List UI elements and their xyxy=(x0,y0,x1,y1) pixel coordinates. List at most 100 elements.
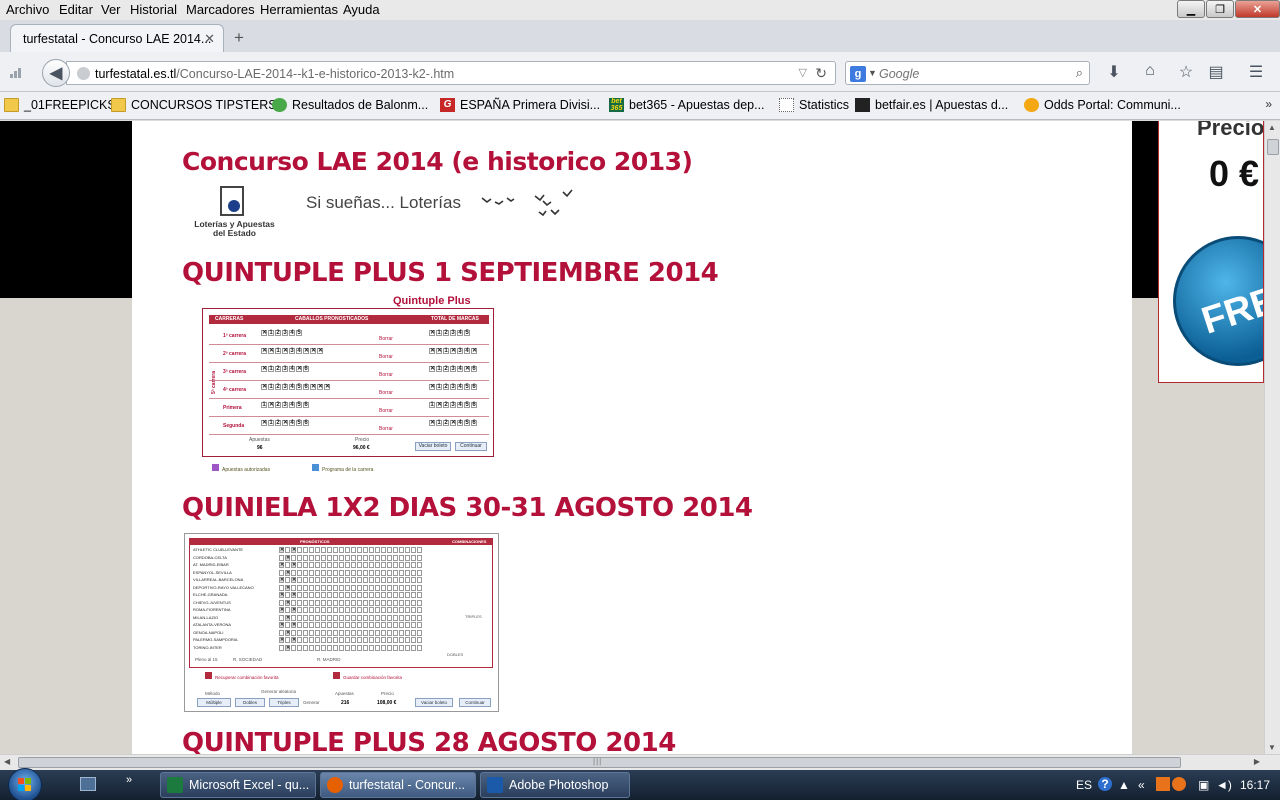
tray-app-icon[interactable] xyxy=(1156,777,1170,791)
dobles-label: DOBLES xyxy=(447,652,464,657)
betfair-icon xyxy=(855,98,870,112)
borrar-link: Borrar xyxy=(379,390,393,396)
match-name: DEPORTIVO-RAYO VALLECANO xyxy=(193,584,254,590)
bookmark-concursos-tipsters[interactable]: CONCURSOS TIPSTERS xyxy=(111,98,277,112)
horizontal-scrollbar[interactable]: ◀ ||| ▶ xyxy=(0,754,1280,770)
url-dropdown-icon[interactable]: ▽ xyxy=(799,66,807,79)
site-identity-icon[interactable] xyxy=(77,67,90,80)
tab-turfestatal[interactable]: turfestatal - Concurso LAE 2014... ✕ xyxy=(10,24,224,52)
precio-value: 96,00 € xyxy=(353,445,370,451)
scroll-grip-icon: ||| xyxy=(593,757,603,766)
menu-marcadores[interactable]: Marcadores xyxy=(186,2,255,17)
match-cells: ✕ ✕ xyxy=(279,562,423,568)
apuestas-autorizadas-label: Apuestas autorizadas xyxy=(212,464,270,473)
horse-cells: ✕ 1 2 3 4 5 6 ✕ ✕ ✕ xyxy=(261,384,331,390)
reload-icon[interactable]: ↻ xyxy=(815,65,827,82)
downloads-icon[interactable]: ⬇ xyxy=(1104,62,1124,82)
menu-ver[interactable]: Ver xyxy=(101,2,121,17)
scroll-down-icon[interactable]: ▼ xyxy=(1268,743,1276,752)
menu-archivo[interactable]: Archivo xyxy=(6,2,49,17)
vaciar-boleto-button: Vaciar boleto xyxy=(415,698,453,707)
bookmark-espana-primera[interactable]: G ESPAÑA Primera Divisi... xyxy=(440,98,600,112)
scroll-right-icon[interactable]: ▶ xyxy=(1254,757,1260,766)
address-bar[interactable]: turfestatal.es.tl/Concurso-LAE-2014--k1-… xyxy=(66,61,836,85)
task-firefox[interactable]: turfestatal - Concur... xyxy=(320,772,476,798)
tray-overflow-icon[interactable]: « xyxy=(1138,778,1145,792)
quintuple-row: 1ª carrera ✕ 1 2 3 4 5 Borrar ✕ 1 2 3 4 5 xyxy=(209,327,489,345)
search-icon[interactable]: ⌕ xyxy=(1076,65,1083,81)
apuestas-label: Apuestas xyxy=(249,437,270,443)
show-desktop-icon[interactable] xyxy=(80,777,96,791)
google-icon[interactable]: g xyxy=(850,66,866,82)
quicklaunch-overflow-icon[interactable]: » xyxy=(126,774,132,786)
slogan-text: Si sueñas... Loterías xyxy=(306,193,461,212)
horse-cells: ✕ 1 2 3 4 ✕ 6 xyxy=(261,366,309,372)
bookmark-resultados[interactable]: Resultados de Balonm... xyxy=(272,98,428,112)
home-icon[interactable]: ⌂ xyxy=(1140,62,1160,80)
tab-title: turfestatal - Concurso LAE 2014... xyxy=(23,32,212,46)
tray-app2-icon[interactable] xyxy=(1172,777,1186,791)
borrar-link: Borrar xyxy=(379,426,393,432)
help-icon[interactable]: ? xyxy=(1098,777,1112,791)
search-bar[interactable]: g ▼ ⌕ xyxy=(845,61,1090,85)
windows-logo-icon xyxy=(18,778,32,792)
start-button[interactable] xyxy=(8,768,42,800)
url-text[interactable]: turfestatal.es.tl/Concurso-LAE-2014--k1-… xyxy=(95,67,454,81)
vertical-scroll-thumb[interactable] xyxy=(1267,139,1279,155)
search-input[interactable] xyxy=(879,65,1059,82)
match-cells: ✕ xyxy=(279,614,423,621)
quintuple-row: 2ª carrera ✕ ✕ 1 ✕ 3 4 ✕ ✕ ✕ Borrar ✕ ✕ 1 ✕ 3 4 ✕ xyxy=(209,345,489,363)
bookmark-statistics[interactable]: Statistics xyxy=(779,98,849,112)
minimize-button[interactable]: ▁ xyxy=(1177,0,1205,18)
scroll-left-icon[interactable]: ◀ xyxy=(4,757,10,766)
bookmark-oddsportal[interactable]: Odds Portal: Communi... xyxy=(1024,98,1181,112)
sidebar-ad[interactable]: Precio 0 € FREE xyxy=(1158,121,1264,383)
side-label: 5ª carrera xyxy=(211,371,217,394)
close-window-button[interactable]: ✕ xyxy=(1235,0,1280,18)
programa-carrera-label: Programa de la carrera xyxy=(312,464,373,473)
borrar-link: Borrar xyxy=(379,372,393,378)
network-icon[interactable]: ▣ xyxy=(1198,778,1209,792)
vertical-scrollbar[interactable]: ▲ ▼ xyxy=(1264,121,1280,754)
task-photoshop[interactable]: Adobe Photoshop xyxy=(480,772,630,798)
logo-text: Loterías y Apuestas del Estado xyxy=(194,219,275,238)
total-cells: 1 ✕ 2 3 4 5 6 xyxy=(429,402,477,408)
quintuple-brand: Quintuple Plus xyxy=(393,295,471,307)
bookmark-betfair[interactable]: betfair.es | Apuestas d... xyxy=(855,98,1008,112)
page-viewport: Concurso LAE 2014 (e historico 2013) Lot… xyxy=(0,121,1264,754)
match-cells: ✕ ✕ xyxy=(279,547,423,553)
hamburger-menu-icon[interactable]: ☰ xyxy=(1246,62,1266,82)
bookmark-star-icon[interactable]: ☆ xyxy=(1176,62,1196,82)
bookmarks-overflow-icon[interactable]: » xyxy=(1265,97,1272,111)
connection-icon xyxy=(10,66,24,78)
pleno-label: Pleno al 15 xyxy=(195,657,218,662)
task-excel[interactable]: Microsoft Excel - qu... xyxy=(160,772,316,798)
scroll-up-icon[interactable]: ▲ xyxy=(1268,123,1276,132)
language-indicator[interactable]: ES xyxy=(1076,778,1092,792)
volume-icon[interactable]: ◄) xyxy=(1216,778,1232,792)
page-title: Concurso LAE 2014 (e historico 2013) xyxy=(182,147,693,176)
precio-value: 108,00 € xyxy=(377,700,397,706)
total-cells: ✕ 1 2 ✕ 4 5 6 xyxy=(429,420,477,426)
horse-cells: ✕ 1 2 3 4 5 xyxy=(261,330,302,336)
tab-close-icon[interactable]: ✕ xyxy=(204,31,215,47)
match-cells: ✕ xyxy=(279,599,423,606)
tray-arrow-icon[interactable]: ▲ xyxy=(1118,778,1130,792)
menu-ayuda[interactable]: Ayuda xyxy=(343,2,380,17)
menu-editar[interactable]: Editar xyxy=(59,2,93,17)
new-tab-button[interactable]: + xyxy=(234,28,244,48)
taskbar: » Microsoft Excel - qu... turfestatal - … xyxy=(0,768,1280,800)
borrar-link: Borrar xyxy=(379,336,393,342)
restore-button[interactable]: ❐ xyxy=(1206,0,1234,18)
clock[interactable]: 16:17 xyxy=(1240,778,1270,792)
bookmarks-menu-icon[interactable]: ▤ xyxy=(1206,62,1226,82)
menu-herramientas[interactable]: Herramientas xyxy=(260,2,338,17)
bookmark-bet365[interactable]: bet 365 bet365 - Apuestas dep... xyxy=(609,98,765,112)
match-cells: ✕ xyxy=(279,644,423,651)
engine-dropdown-icon[interactable]: ▼ xyxy=(868,68,877,78)
menu-historial[interactable]: Historial xyxy=(130,2,177,17)
back-button[interactable]: ◀ xyxy=(42,59,70,87)
precio-label: Precio xyxy=(355,437,370,443)
generar-label: Generar aleatoria xyxy=(261,689,297,694)
bookmark-01freepicks[interactable]: _01FREEPICKS xyxy=(4,98,116,112)
